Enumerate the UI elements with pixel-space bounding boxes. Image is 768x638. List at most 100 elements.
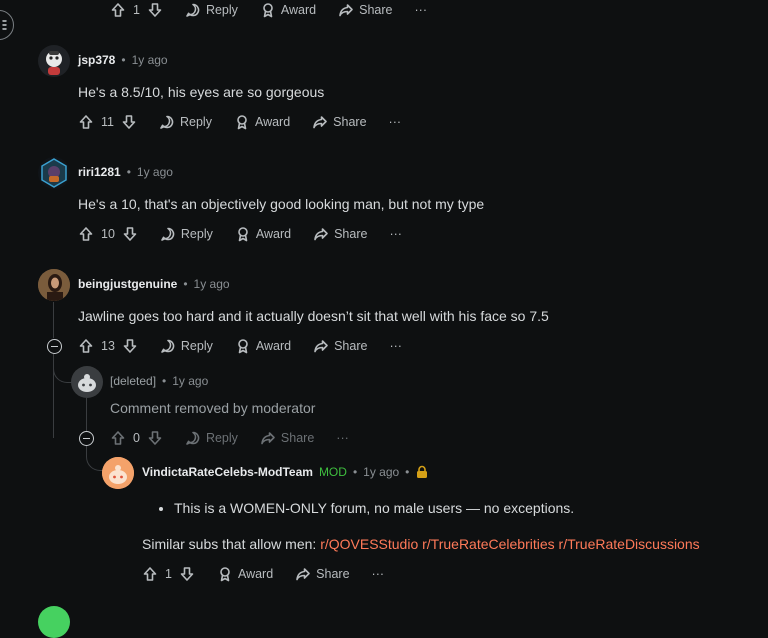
more-options-button[interactable]: ··· <box>389 339 402 353</box>
share-icon <box>339 4 353 17</box>
upvote-icon[interactable] <box>78 114 94 130</box>
more-options-button[interactable]: ··· <box>389 227 402 241</box>
avatar[interactable] <box>102 457 134 489</box>
vote-count: 1 <box>133 3 140 17</box>
menu-icon <box>2 20 7 30</box>
share-icon <box>261 432 275 445</box>
reply-icon <box>161 227 175 241</box>
vote-count: 13 <box>101 339 115 353</box>
award-icon <box>263 3 273 18</box>
comment-actions: 1 Reply Award Share ··· <box>110 2 427 18</box>
award-icon <box>238 227 248 242</box>
comment-body: Jawline goes too hard and it actually do… <box>78 308 549 324</box>
comment-actions: 11 Reply Award Share ··· <box>78 114 401 130</box>
award-button[interactable]: Award <box>234 114 290 130</box>
share-button[interactable]: Share <box>260 430 314 446</box>
reply-icon <box>161 339 175 353</box>
upvote-icon[interactable] <box>78 338 94 354</box>
share-icon <box>296 568 310 581</box>
reply-button[interactable]: Reply <box>185 430 238 446</box>
author-link[interactable]: jsp378 <box>78 53 115 67</box>
reply-icon <box>186 3 200 17</box>
share-icon <box>313 116 327 129</box>
share-button[interactable]: Share <box>313 338 367 354</box>
comment-body: He's a 8.5/10, his eyes are so gorgeous <box>78 84 325 100</box>
more-options-button[interactable]: ··· <box>372 567 385 581</box>
share-icon <box>314 340 328 353</box>
vote-count: 0 <box>133 431 140 445</box>
comment-actions: 0 Reply Share ··· <box>110 430 349 446</box>
mod-badge: MOD <box>318 465 347 479</box>
comment-meta: riri1281 • 1y ago <box>78 165 173 179</box>
subreddit-link[interactable]: r/TrueRateDiscussions <box>559 536 700 552</box>
comment-body: This is a WOMEN-ONLY forum, no male user… <box>156 500 574 516</box>
avatar[interactable] <box>38 157 70 189</box>
timestamp[interactable]: 1y ago <box>363 465 399 479</box>
reply-button[interactable]: Reply <box>185 2 238 18</box>
subreddit-link[interactable]: r/QOVESStudio <box>320 536 418 552</box>
menu-toggle-button[interactable] <box>0 10 14 40</box>
author-deleted: [deleted] <box>110 374 157 388</box>
thread-line <box>86 398 87 432</box>
author-link[interactable]: riri1281 <box>78 165 121 179</box>
list-item: This is a WOMEN-ONLY forum, no male user… <box>174 500 574 516</box>
reply-button[interactable]: Reply <box>159 114 212 130</box>
share-button[interactable]: Share <box>338 2 393 18</box>
comment-actions: 10 Reply Award Share ··· <box>78 226 402 242</box>
comment-actions: 1 Award Share ··· <box>142 566 384 582</box>
timestamp[interactable]: 1y ago <box>172 374 208 388</box>
author-link[interactable]: VindictaRateCelebs-ModTeam <box>142 465 313 479</box>
downvote-icon[interactable] <box>122 338 138 354</box>
avatar[interactable] <box>38 45 70 77</box>
reply-button[interactable]: Reply <box>160 338 213 354</box>
award-icon <box>238 339 248 354</box>
reply-icon <box>160 115 174 129</box>
award-icon <box>237 115 247 130</box>
upvote-icon[interactable] <box>142 566 158 582</box>
comment-meta: beingjustgenuine • 1y ago <box>78 277 230 291</box>
downvote-icon[interactable] <box>147 430 163 446</box>
subreddit-link[interactable]: r/TrueRateCelebrities <box>422 536 555 552</box>
downvote-icon[interactable] <box>121 114 137 130</box>
thread-line <box>53 302 54 338</box>
comment-meta: VindictaRateCelebs-ModTeam MOD • 1y ago … <box>142 465 429 479</box>
upvote-icon[interactable] <box>110 430 126 446</box>
vote-count: 1 <box>165 567 172 581</box>
collapse-thread-button[interactable] <box>47 339 62 354</box>
vote-count: 10 <box>101 227 115 241</box>
more-options-button[interactable]: ··· <box>389 115 402 129</box>
collapse-thread-button[interactable] <box>79 431 94 446</box>
reply-button[interactable]: Reply <box>160 226 213 242</box>
timestamp[interactable]: 1y ago <box>132 53 168 67</box>
share-button[interactable]: Share <box>312 114 367 130</box>
avatar <box>71 366 103 398</box>
more-options-button[interactable]: ··· <box>336 431 349 445</box>
comment-meta: [deleted] • 1y ago <box>110 374 209 388</box>
avatar[interactable] <box>38 269 70 301</box>
timestamp[interactable]: 1y ago <box>194 277 230 291</box>
timestamp[interactable]: 1y ago <box>137 165 173 179</box>
award-button[interactable]: Award <box>235 338 291 354</box>
award-icon <box>220 567 230 582</box>
avatar[interactable] <box>38 606 70 638</box>
removed-notice: Comment removed by moderator <box>110 400 316 416</box>
reply-icon <box>186 431 200 445</box>
award-button[interactable]: Award <box>235 226 291 242</box>
award-button[interactable]: Award <box>260 2 316 18</box>
downvote-icon[interactable] <box>147 2 163 18</box>
comment-body: He's a 10, that's an objectively good lo… <box>78 196 485 212</box>
upvote-icon[interactable] <box>78 226 94 242</box>
author-link[interactable]: beingjustgenuine <box>78 277 177 291</box>
share-button[interactable]: Share <box>295 566 350 582</box>
upvote-icon[interactable] <box>110 2 126 18</box>
vote-count: 11 <box>101 115 114 129</box>
downvote-icon[interactable] <box>122 226 138 242</box>
comment-meta: jsp378 • 1y ago <box>78 53 168 67</box>
award-button[interactable]: Award <box>217 566 273 582</box>
share-button[interactable]: Share <box>313 226 367 242</box>
more-options-button[interactable]: ··· <box>415 3 428 17</box>
downvote-icon[interactable] <box>179 566 195 582</box>
lock-icon <box>417 465 428 478</box>
share-icon <box>314 228 328 241</box>
similar-subs: Similar subs that allow men: r/QOVESStud… <box>142 536 700 552</box>
